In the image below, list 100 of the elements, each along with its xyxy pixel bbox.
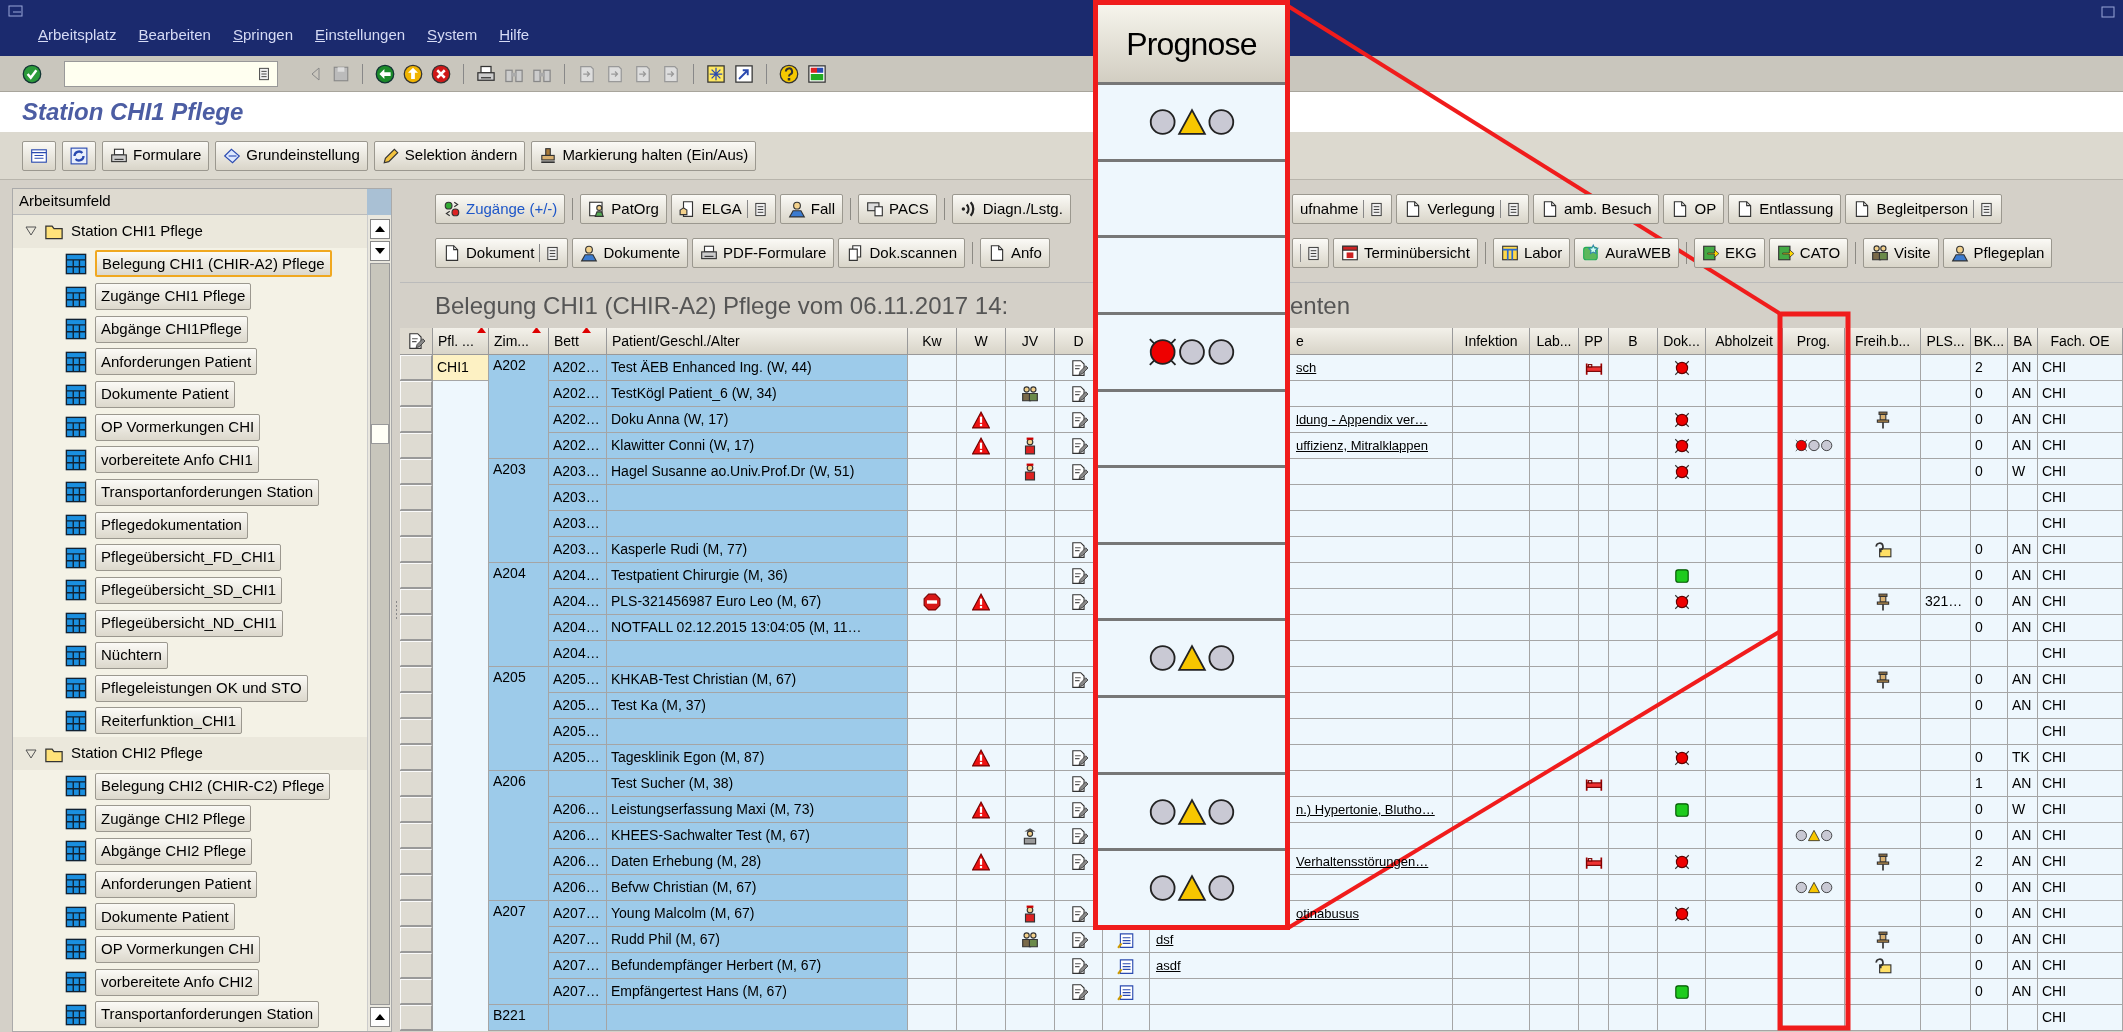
toolbar-button[interactable]: [62, 140, 96, 171]
toolbar-button[interactable]: PACS: [858, 194, 937, 224]
toolbar-button[interactable]: Begleitperson: [1845, 194, 2003, 224]
toolbar-button[interactable]: Markierung halten (Ein/Aus): [531, 140, 757, 171]
toolbar-button[interactable]: ufnahme: [1292, 194, 1393, 224]
grid-icon[interactable]: [65, 840, 87, 863]
toolbar-button[interactable]: Diagn./Lstg.: [951, 194, 1071, 224]
toolbar-button[interactable]: [22, 140, 56, 171]
grid-icon[interactable]: [65, 481, 87, 504]
grid-icon[interactable]: [65, 1003, 87, 1026]
dropdown-list-icon[interactable]: [545, 245, 561, 261]
grid-icon[interactable]: [65, 971, 87, 994]
dropdown-list-icon[interactable]: [1306, 245, 1321, 261]
document-pencil-icon[interactable]: [407, 332, 425, 350]
row-selector[interactable]: [400, 511, 432, 536]
row-selector[interactable]: [400, 849, 432, 874]
cross-icon[interactable]: [431, 63, 451, 84]
column-header[interactable]: D: [1073, 330, 1084, 352]
grid-icon[interactable]: [65, 546, 87, 569]
tree-item-button[interactable]: Zugänge CHI1 Pflege: [95, 283, 252, 311]
toolbar-button[interactable]: Visite: [1863, 238, 1939, 268]
grid-icon[interactable]: [65, 318, 87, 341]
row-selector[interactable]: [400, 745, 432, 770]
scroll-down-icon[interactable]: [369, 241, 390, 261]
row-selector[interactable]: [400, 823, 432, 848]
toolbar-button[interactable]: Dok.scannen: [838, 238, 965, 268]
grid-icon[interactable]: [65, 514, 87, 537]
tree-item-button[interactable]: Pflegeübersicht_SD_CHI1: [95, 576, 283, 604]
toolbar-button[interactable]: Formulare: [102, 140, 210, 171]
expand-triangle-icon[interactable]: [25, 747, 37, 760]
menu-item[interactable]: Arbeitsplatz: [38, 24, 117, 47]
row-selector[interactable]: [400, 459, 432, 484]
toolbar-button[interactable]: Fall: [779, 194, 844, 224]
toolbar-button[interactable]: Pflegeplan: [1942, 238, 2053, 268]
scroll-thumb[interactable]: [370, 424, 389, 444]
dropdown-list-icon[interactable]: [1979, 201, 1995, 217]
shortcut-icon[interactable]: [734, 63, 754, 84]
column-header[interactable]: e: [1296, 330, 1304, 352]
checkmark-icon[interactable]: [22, 63, 42, 84]
palette-icon[interactable]: [807, 63, 827, 84]
toolbar-button[interactable]: OP: [1663, 194, 1725, 224]
tree-item-button[interactable]: Anforderungen Patient: [95, 348, 258, 376]
toolbar-button[interactable]: PDF-Formulare: [692, 238, 835, 268]
toolbar-button[interactable]: Selektion ändern: [373, 140, 526, 171]
expand-triangle-icon[interactable]: [25, 225, 37, 238]
toolbar-button[interactable]: Anfo: [980, 238, 1050, 268]
grid-icon[interactable]: [65, 252, 87, 275]
tree-item-button[interactable]: Dokumente Patient: [95, 381, 235, 408]
row-selector[interactable]: [400, 589, 432, 614]
tree-item-button[interactable]: Pflegeübersicht_FD_CHI1: [95, 544, 282, 572]
row-selector[interactable]: [400, 667, 432, 692]
tree-item-button[interactable]: Abgänge CHI2 Pflege: [95, 838, 253, 865]
toolbar-button[interactable]: PatOrg: [580, 194, 667, 224]
window-menu-icon[interactable]: [8, 5, 24, 19]
toolbar-button[interactable]: CATO: [1768, 238, 1849, 268]
diagnosis-link[interactable]: n.) Hypertonie, Blutho…: [1296, 802, 1435, 817]
tree-item-button[interactable]: Reiterfunktion_CHI1: [95, 707, 243, 735]
toolbar-button[interactable]: EKG: [1694, 238, 1765, 268]
tree-item-button[interactable]: Pflegeleistungen OK und STO: [95, 674, 308, 702]
grid-icon[interactable]: [65, 285, 87, 308]
row-selector[interactable]: [400, 433, 432, 458]
printer-icon[interactable]: [476, 63, 496, 84]
window-star-icon[interactable]: [706, 63, 726, 84]
toolbar-button[interactable]: ELGA: [670, 194, 776, 224]
toolbar-button[interactable]: Zugänge (+/-): [435, 194, 566, 224]
row-selector[interactable]: [400, 953, 432, 978]
tree-item-button[interactable]: Dokumente Patient: [95, 903, 235, 931]
diagnosis-link[interactable]: dsf: [1156, 932, 1174, 947]
toolbar-button[interactable]: Terminübersicht: [1333, 238, 1478, 268]
grid-icon[interactable]: [65, 938, 87, 961]
toolbar-button[interactable]: Entlassung: [1728, 194, 1842, 224]
diagnosis-link[interactable]: asdf: [1156, 958, 1181, 973]
command-field[interactable]: [64, 60, 278, 87]
dropdown-list-icon[interactable]: [257, 66, 271, 81]
column-header[interactable]: B: [1628, 330, 1638, 352]
tree-item-button[interactable]: Nüchtern: [95, 642, 168, 670]
grid-icon[interactable]: [65, 873, 87, 896]
tree-item-button[interactable]: OP Vormerkungen CHI: [95, 935, 261, 963]
tree-item-button[interactable]: Zugänge CHI2 Pflege: [95, 805, 252, 833]
tree-item-button[interactable]: Belegung CHI1 (CHIR-A2) Pflege: [95, 250, 332, 278]
grid-icon[interactable]: [65, 775, 87, 798]
dropdown-list-icon[interactable]: [1369, 201, 1385, 217]
dropdown-list-icon[interactable]: [1505, 201, 1521, 217]
grid-icon[interactable]: [65, 709, 87, 732]
dropdown-list-icon[interactable]: [752, 201, 768, 217]
diagnosis-link[interactable]: uffizienz, Mitralklappen: [1296, 438, 1428, 453]
grid-icon[interactable]: [65, 448, 87, 471]
toolbar-button[interactable]: Dokument: [435, 238, 569, 268]
row-selector[interactable]: [400, 381, 432, 406]
row-selector[interactable]: [400, 1005, 432, 1030]
menu-item[interactable]: Einstellungen: [315, 24, 406, 47]
scroll-up-icon[interactable]: [369, 1007, 390, 1027]
menu-item[interactable]: Springen: [232, 24, 294, 47]
toolbar-button[interactable]: Verlegung: [1396, 194, 1529, 224]
window-icon[interactable]: [2101, 6, 2115, 18]
tree-item-button[interactable]: Pflegeübersicht_ND_CHI1: [95, 609, 283, 637]
tree-item-button[interactable]: Belegung CHI2 (CHIR-C2) Pflege: [95, 772, 331, 800]
toolbar-button[interactable]: amb. Besuch: [1532, 194, 1660, 224]
grid-icon[interactable]: [65, 612, 87, 634]
grid-icon[interactable]: [65, 350, 87, 373]
